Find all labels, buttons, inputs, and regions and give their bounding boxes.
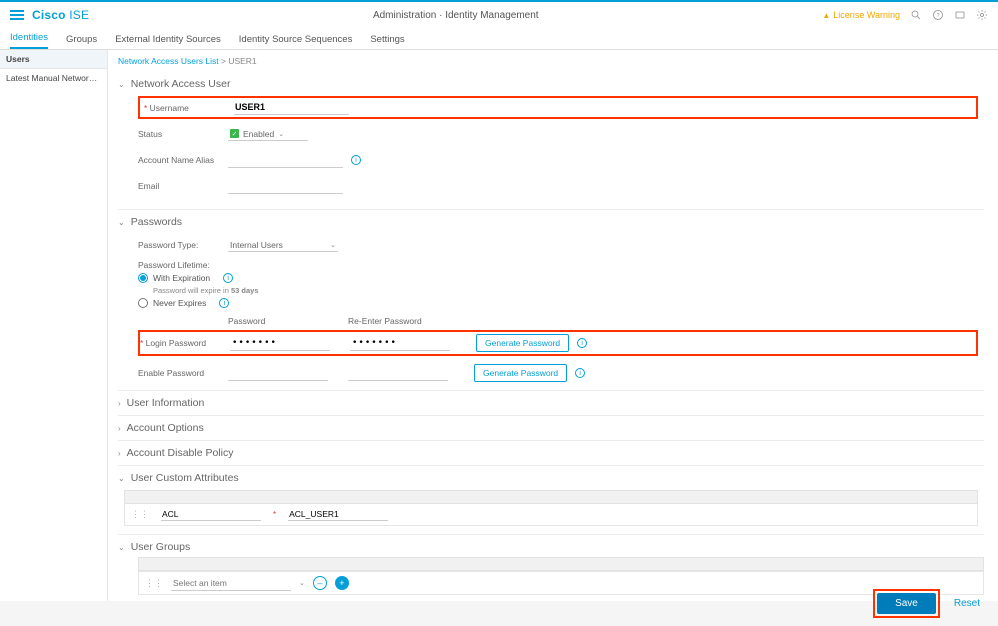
reset-button[interactable]: Reset (954, 598, 980, 609)
alias-field[interactable] (228, 153, 343, 168)
chevron-down-icon: ⌄ (118, 474, 125, 483)
section-header-account-disable[interactable]: ›Account Disable Policy (118, 447, 984, 459)
breadcrumb: Network Access Users List > USER1 (118, 56, 984, 66)
section-header-user-groups[interactable]: ⌄User Groups (118, 541, 984, 553)
password-lifetime-label: Password Lifetime: (138, 260, 978, 270)
info-icon[interactable] (575, 368, 585, 378)
tab-groups[interactable]: Groups (66, 34, 97, 49)
tab-settings[interactable]: Settings (370, 34, 404, 49)
help-icon[interactable]: ? (932, 9, 944, 21)
tab-identities[interactable]: Identities (10, 32, 48, 49)
breadcrumb-parent[interactable]: Network Access Users List (118, 56, 219, 66)
section-header-nau[interactable]: ⌄ Network Access User (118, 78, 984, 90)
info-icon[interactable] (351, 155, 361, 165)
notifications-icon[interactable] (954, 9, 966, 21)
enable-password-field[interactable] (228, 366, 328, 381)
login-password-reenter-field[interactable] (350, 336, 450, 351)
password-type-select[interactable]: Internal Users ⌄ (228, 239, 338, 252)
attr-toolbar (124, 490, 978, 504)
reenter-col: Re-Enter Password (348, 316, 468, 326)
username-label: Username (144, 103, 234, 113)
attr-value-field[interactable] (288, 508, 388, 521)
chevron-down-icon: ⌄ (118, 218, 125, 227)
chevron-down-icon: ⌄ (118, 80, 125, 89)
password-col: Password (228, 316, 348, 326)
email-label: Email (138, 181, 228, 191)
drag-handle-icon[interactable]: ⋮⋮ (145, 578, 163, 589)
generate-password-button[interactable]: Generate Password (476, 334, 569, 352)
status-select[interactable]: ✓ Enabled ⌄ (228, 128, 308, 141)
breadcrumb-current: USER1 (228, 56, 256, 66)
chevron-down-icon: ⌄ (278, 130, 284, 138)
main-tabs: Identities Groups External Identity Sour… (0, 28, 998, 50)
remove-group-button[interactable]: – (313, 576, 327, 590)
chevron-down-icon: ⌄ (330, 241, 336, 249)
generate-password-button[interactable]: Generate Password (474, 364, 567, 382)
radio-never-expires[interactable] (138, 298, 148, 308)
drag-handle-icon[interactable]: ⋮⋮ (131, 509, 149, 520)
add-group-button[interactable]: + (335, 576, 349, 590)
chevron-right-icon: › (118, 449, 121, 458)
status-label: Status (138, 129, 228, 139)
brand-logo: Cisco ISE (32, 8, 89, 22)
menu-icon[interactable] (10, 10, 24, 20)
search-icon[interactable] (910, 9, 922, 21)
info-icon[interactable] (577, 338, 587, 348)
section-header-passwords[interactable]: ⌄ Passwords (118, 216, 984, 228)
sidebar-item-users[interactable]: Users (0, 50, 107, 69)
chevron-right-icon: › (118, 424, 121, 433)
page-title: Administration · Identity Management (89, 10, 822, 21)
settings-icon[interactable] (976, 9, 988, 21)
password-type-label: Password Type: (138, 240, 228, 250)
tab-external-sources[interactable]: External Identity Sources (115, 34, 221, 49)
license-warning[interactable]: License Warning (822, 10, 900, 20)
chevron-right-icon: › (118, 399, 121, 408)
username-field[interactable] (234, 100, 349, 115)
svg-text:?: ? (936, 13, 939, 19)
enable-password-label: Enable Password (138, 368, 228, 378)
tab-source-sequences[interactable]: Identity Source Sequences (239, 34, 353, 49)
sidebar-item-scan-results[interactable]: Latest Manual Network Scan Res… (0, 69, 107, 87)
login-password-field[interactable] (230, 336, 330, 351)
group-select[interactable] (171, 576, 291, 591)
side-nav: Users Latest Manual Network Scan Res… (0, 50, 108, 601)
save-button[interactable]: Save (877, 593, 936, 614)
login-password-label: Login Password (140, 338, 230, 348)
groups-toolbar (138, 557, 984, 571)
attr-name-field[interactable] (161, 508, 261, 521)
section-header-custom-attrs[interactable]: ⌄User Custom Attributes (118, 472, 984, 484)
enable-password-reenter-field[interactable] (348, 366, 448, 381)
email-field[interactable] (228, 179, 343, 194)
chevron-down-icon: ⌄ (118, 543, 125, 552)
alias-label: Account Name Alias (138, 155, 228, 165)
info-icon[interactable] (219, 298, 229, 308)
section-header-user-info[interactable]: ›User Information (118, 397, 984, 409)
radio-with-expiration[interactable] (138, 273, 148, 283)
enabled-check-icon: ✓ (230, 129, 239, 138)
info-icon[interactable] (223, 273, 233, 283)
section-header-account-options[interactable]: ›Account Options (118, 422, 984, 434)
chevron-down-icon: ⌄ (299, 579, 305, 587)
